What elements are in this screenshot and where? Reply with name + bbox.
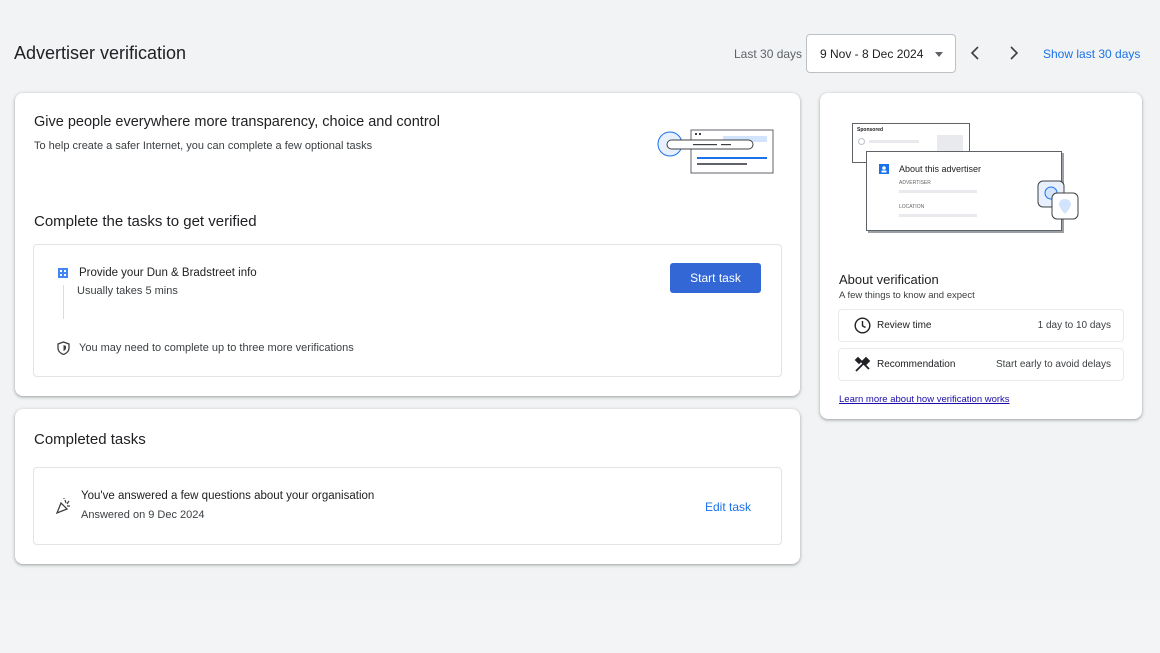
task-title: Provide your Dun & Bradstreet info [79, 267, 257, 279]
next-period-button[interactable] [1000, 39, 1028, 67]
task-duration: Usually takes 5 mins [77, 285, 178, 297]
about-verification-subtitle: A few things to know and expect [839, 290, 975, 301]
advertiser-illustration: Sponsored About this advertiser ADVERTIS… [852, 123, 1088, 235]
review-time-value: 1 day to 10 days [1037, 320, 1111, 331]
review-time-label: Review time [877, 320, 932, 331]
location-caption: LOCATION [899, 204, 925, 210]
learn-more-link[interactable]: Learn more about how verification works [839, 394, 1010, 405]
recommendation-row: Recommendation Start early to avoid dela… [838, 348, 1124, 381]
recommendation-label: Recommendation [877, 359, 956, 370]
about-verification-card: Sponsored About this advertiser ADVERTIS… [820, 93, 1142, 419]
page-title: Advertiser verification [14, 43, 187, 63]
about-advertiser-panel: About this advertiser ADVERTISER LOCATIO… [866, 151, 1062, 231]
review-time-row: Review time 1 day to 10 days [838, 309, 1124, 342]
sponsored-dot [858, 138, 865, 145]
date-range-select[interactable]: 9 Nov - 8 Dec 2024 [806, 34, 956, 73]
recommendation-value: Start early to avoid delays [995, 359, 1111, 370]
advertiser-caption: ADVERTISER [899, 180, 931, 186]
previous-period-button[interactable] [961, 39, 989, 67]
dropdown-caret-icon [935, 52, 943, 57]
completed-task-title: You've answered a few questions about yo… [81, 490, 375, 502]
show-last-30-days-link[interactable]: Show last 30 days [1043, 47, 1140, 61]
completed-tasks-card: Completed tasks You've answered a few qu… [15, 409, 800, 564]
transparency-illustration [657, 129, 774, 174]
date-range-value: 9 Nov - 8 Dec 2024 [820, 46, 924, 61]
completed-tasks-heading: Completed tasks [34, 431, 146, 448]
about-advertiser-label: About this advertiser [899, 164, 982, 174]
edit-task-button[interactable]: Edit task [705, 500, 751, 514]
transparency-heading: Give people everywhere more transparency… [34, 114, 440, 130]
building-icon [58, 268, 68, 278]
transparency-subtext: To help create a safer Internet, you can… [34, 140, 373, 152]
date-range-label: Last 30 days [734, 47, 803, 61]
about-verification-title: About verification [839, 272, 939, 287]
chevron-left-icon [970, 46, 979, 60]
task-timeline-line [63, 285, 64, 319]
person-badge-icon [879, 164, 889, 174]
clock-icon [853, 317, 871, 335]
more-verifications-note: You may need to complete up to three mor… [79, 342, 354, 354]
start-task-button[interactable]: Start task [670, 263, 761, 293]
tasks-heading: Complete the tasks to get verified [34, 213, 257, 230]
completed-task-box: You've answered a few questions about yo… [33, 467, 782, 545]
task-list-box: Provide your Dun & Bradstreet info Usual… [33, 244, 782, 377]
sponsored-label: Sponsored [857, 127, 884, 133]
verification-tasks-card: Give people everywhere more transparency… [15, 93, 800, 396]
footer-strip [0, 600, 1160, 653]
shield-icon [57, 341, 70, 355]
celebration-icon [55, 498, 70, 515]
verified-id-icon [1037, 180, 1079, 220]
tools-icon [853, 356, 871, 374]
completed-task-date: Answered on 9 Dec 2024 [81, 509, 205, 521]
chevron-right-icon [1010, 46, 1019, 60]
